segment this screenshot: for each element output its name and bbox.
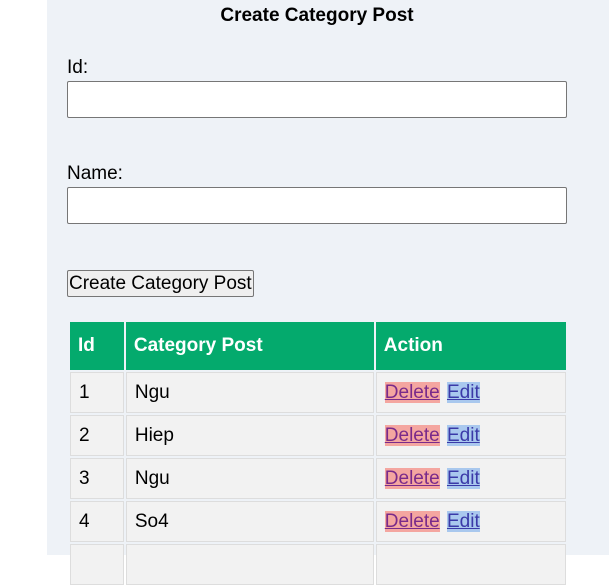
header-id: Id bbox=[70, 322, 124, 370]
row-id: 1 bbox=[70, 372, 124, 413]
row-name bbox=[125, 544, 374, 585]
category-table: Id Category Post Action 1 Ngu Delete Edi… bbox=[68, 320, 568, 587]
table-header-row: Id Category Post Action bbox=[70, 322, 566, 370]
table-row-partial bbox=[70, 544, 566, 585]
row-id: 4 bbox=[70, 501, 124, 542]
edit-link[interactable]: Edit bbox=[446, 381, 480, 403]
row-id: 2 bbox=[70, 415, 124, 456]
create-category-post-button[interactable]: Create Category Post bbox=[67, 270, 254, 297]
row-name: Ngu bbox=[125, 372, 374, 413]
delete-link[interactable]: Delete bbox=[384, 381, 440, 403]
form-panel: Create Category Post Id: Name: Create Ca… bbox=[47, 0, 609, 585]
id-label: Id: bbox=[67, 57, 89, 78]
table-row: 4 So4 Delete Edit bbox=[70, 501, 566, 542]
row-actions bbox=[375, 544, 566, 585]
row-actions: Delete Edit bbox=[375, 501, 566, 542]
edit-link[interactable]: Edit bbox=[446, 510, 480, 532]
name-field[interactable] bbox=[67, 187, 567, 224]
row-id bbox=[70, 544, 124, 585]
row-id: 3 bbox=[70, 458, 124, 499]
delete-link[interactable]: Delete bbox=[384, 467, 440, 489]
edit-link[interactable]: Edit bbox=[446, 424, 480, 446]
delete-link[interactable]: Delete bbox=[384, 510, 440, 532]
edit-link[interactable]: Edit bbox=[446, 467, 480, 489]
table-row: 2 Hiep Delete Edit bbox=[70, 415, 566, 456]
name-label: Name: bbox=[67, 163, 123, 184]
table-row: 3 Ngu Delete Edit bbox=[70, 458, 566, 499]
row-name: So4 bbox=[125, 501, 374, 542]
id-field[interactable] bbox=[67, 81, 567, 118]
row-actions: Delete Edit bbox=[375, 372, 566, 413]
table-row: 1 Ngu Delete Edit bbox=[70, 372, 566, 413]
row-name: Hiep bbox=[125, 415, 374, 456]
form-title: Create Category Post bbox=[220, 5, 414, 26]
header-action: Action bbox=[375, 322, 566, 370]
delete-link[interactable]: Delete bbox=[384, 424, 440, 446]
row-actions: Delete Edit bbox=[375, 415, 566, 456]
row-name: Ngu bbox=[125, 458, 374, 499]
row-actions: Delete Edit bbox=[375, 458, 566, 499]
header-category-post: Category Post bbox=[125, 322, 374, 370]
